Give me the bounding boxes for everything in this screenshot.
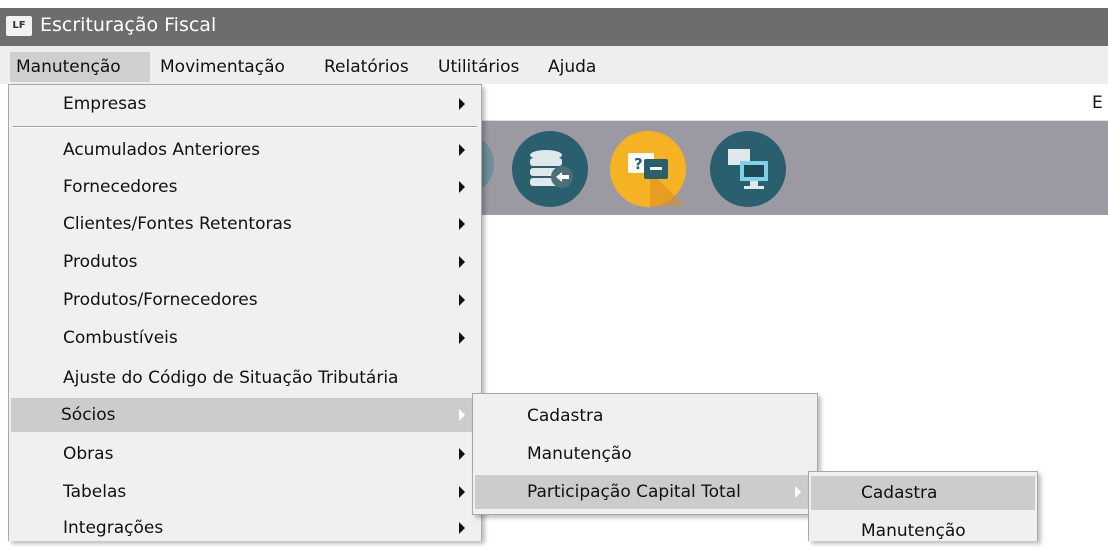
socios-submenu: Cadastra Manutenção Participação Capital…: [472, 393, 818, 515]
menu-item-label: Combustíveis: [63, 328, 178, 348]
app-icon: LF: [6, 16, 32, 36]
menu-item-label: Cadastra: [527, 406, 604, 426]
submenu-item-manutencao[interactable]: Manutenção: [475, 437, 815, 471]
menu-item-label: Fornecedores: [63, 177, 178, 197]
menu-item-acumulados-anteriores[interactable]: Acumulados Anteriores: [11, 133, 479, 167]
menu-item-label: Participação Capital Total: [527, 482, 741, 502]
database-sync-icon[interactable]: [512, 131, 588, 207]
submenu-arrow-icon: [459, 332, 465, 344]
menu-item-empresas[interactable]: Empresas: [11, 87, 479, 121]
submenu-arrow-icon: [459, 486, 465, 498]
menu-item-combustiveis[interactable]: Combustíveis: [11, 321, 479, 355]
menu-item-label: Cadastra: [861, 483, 938, 503]
menu-item-label: Obras: [63, 444, 114, 464]
menu-bar: Manutenção Movimentação Relatórios Utili…: [0, 46, 1108, 84]
menubar-item-ajuda[interactable]: Ajuda: [548, 55, 596, 79]
svg-text:?: ?: [634, 155, 643, 173]
menu-item-label: Manutenção: [527, 444, 632, 464]
menu-item-label: Integrações: [63, 518, 164, 538]
menubar-item-utilitarios[interactable]: Utilitários: [438, 55, 519, 79]
menu-item-label: Empresas: [63, 94, 147, 114]
submenu-arrow-icon: [459, 98, 465, 110]
menu-item-label: Ajuste do Código de Situação Tributária: [63, 368, 399, 388]
submenu-arrow-icon: [459, 218, 465, 230]
submenu-arrow-icon: [795, 486, 801, 498]
menu-item-label: Produtos/Fornecedores: [63, 290, 258, 310]
submenu-item-cadastra[interactable]: Cadastra: [811, 476, 1035, 510]
submenu-arrow-icon: [459, 409, 465, 421]
app-header-strip: [480, 86, 1108, 121]
submenu-arrow-icon: [459, 294, 465, 306]
menu-item-label: Sócios: [61, 405, 116, 425]
help-chat-icon[interactable]: ?: [610, 131, 686, 207]
menu-item-produtos-fornecedores[interactable]: Produtos/Fornecedores: [11, 283, 479, 317]
truncated-header-text: E: [1092, 93, 1103, 113]
title-bar: LF Escrituração Fiscal: [0, 0, 1108, 46]
submenu-arrow-icon: [459, 522, 465, 534]
menu-item-tabelas[interactable]: Tabelas: [11, 475, 479, 509]
menu-item-label: Acumulados Anteriores: [63, 140, 260, 160]
window-title: Escrituração Fiscal: [40, 14, 217, 36]
menu-item-clientes-fontes-retentoras[interactable]: Clientes/Fontes Retentoras: [11, 207, 479, 241]
menu-item-label: Tabelas: [63, 482, 127, 502]
submenu-item-manutencao[interactable]: Manutenção: [811, 514, 1035, 548]
submenu-arrow-icon: [459, 256, 465, 268]
menu-item-produtos[interactable]: Produtos: [11, 245, 479, 279]
menu-separator: [13, 126, 477, 128]
title-bar-top-strip: [0, 0, 1108, 8]
menu-item-ajuste-codigo-situacao-tributaria[interactable]: Ajuste do Código de Situação Tributária: [11, 361, 479, 395]
menubar-item-manutencao[interactable]: Manutenção: [10, 52, 150, 82]
menu-item-fornecedores[interactable]: Fornecedores: [11, 170, 479, 204]
submenu-arrow-icon: [459, 181, 465, 193]
manutencao-menu: Empresas Acumulados Anteriores Fornecedo…: [8, 84, 482, 541]
submenu-item-participacao-capital-total[interactable]: Participação Capital Total: [475, 475, 815, 509]
menu-item-label: Produtos: [63, 252, 138, 272]
remote-screen-icon[interactable]: [710, 131, 786, 207]
submenu-item-cadastra[interactable]: Cadastra: [475, 399, 815, 433]
menu-item-label: Clientes/Fontes Retentoras: [63, 214, 292, 234]
menu-item-socios[interactable]: Sócios: [11, 398, 479, 432]
menubar-item-movimentacao[interactable]: Movimentação: [160, 55, 285, 79]
menubar-item-relatorios[interactable]: Relatórios: [324, 55, 409, 79]
participacao-capital-submenu: Cadastra Manutenção: [808, 471, 1038, 541]
submenu-arrow-icon: [459, 144, 465, 156]
submenu-arrow-icon: [459, 448, 465, 460]
toolbar: ?: [458, 121, 1108, 215]
menu-item-label: Manutenção: [861, 521, 966, 541]
menu-item-obras[interactable]: Obras: [11, 437, 479, 471]
